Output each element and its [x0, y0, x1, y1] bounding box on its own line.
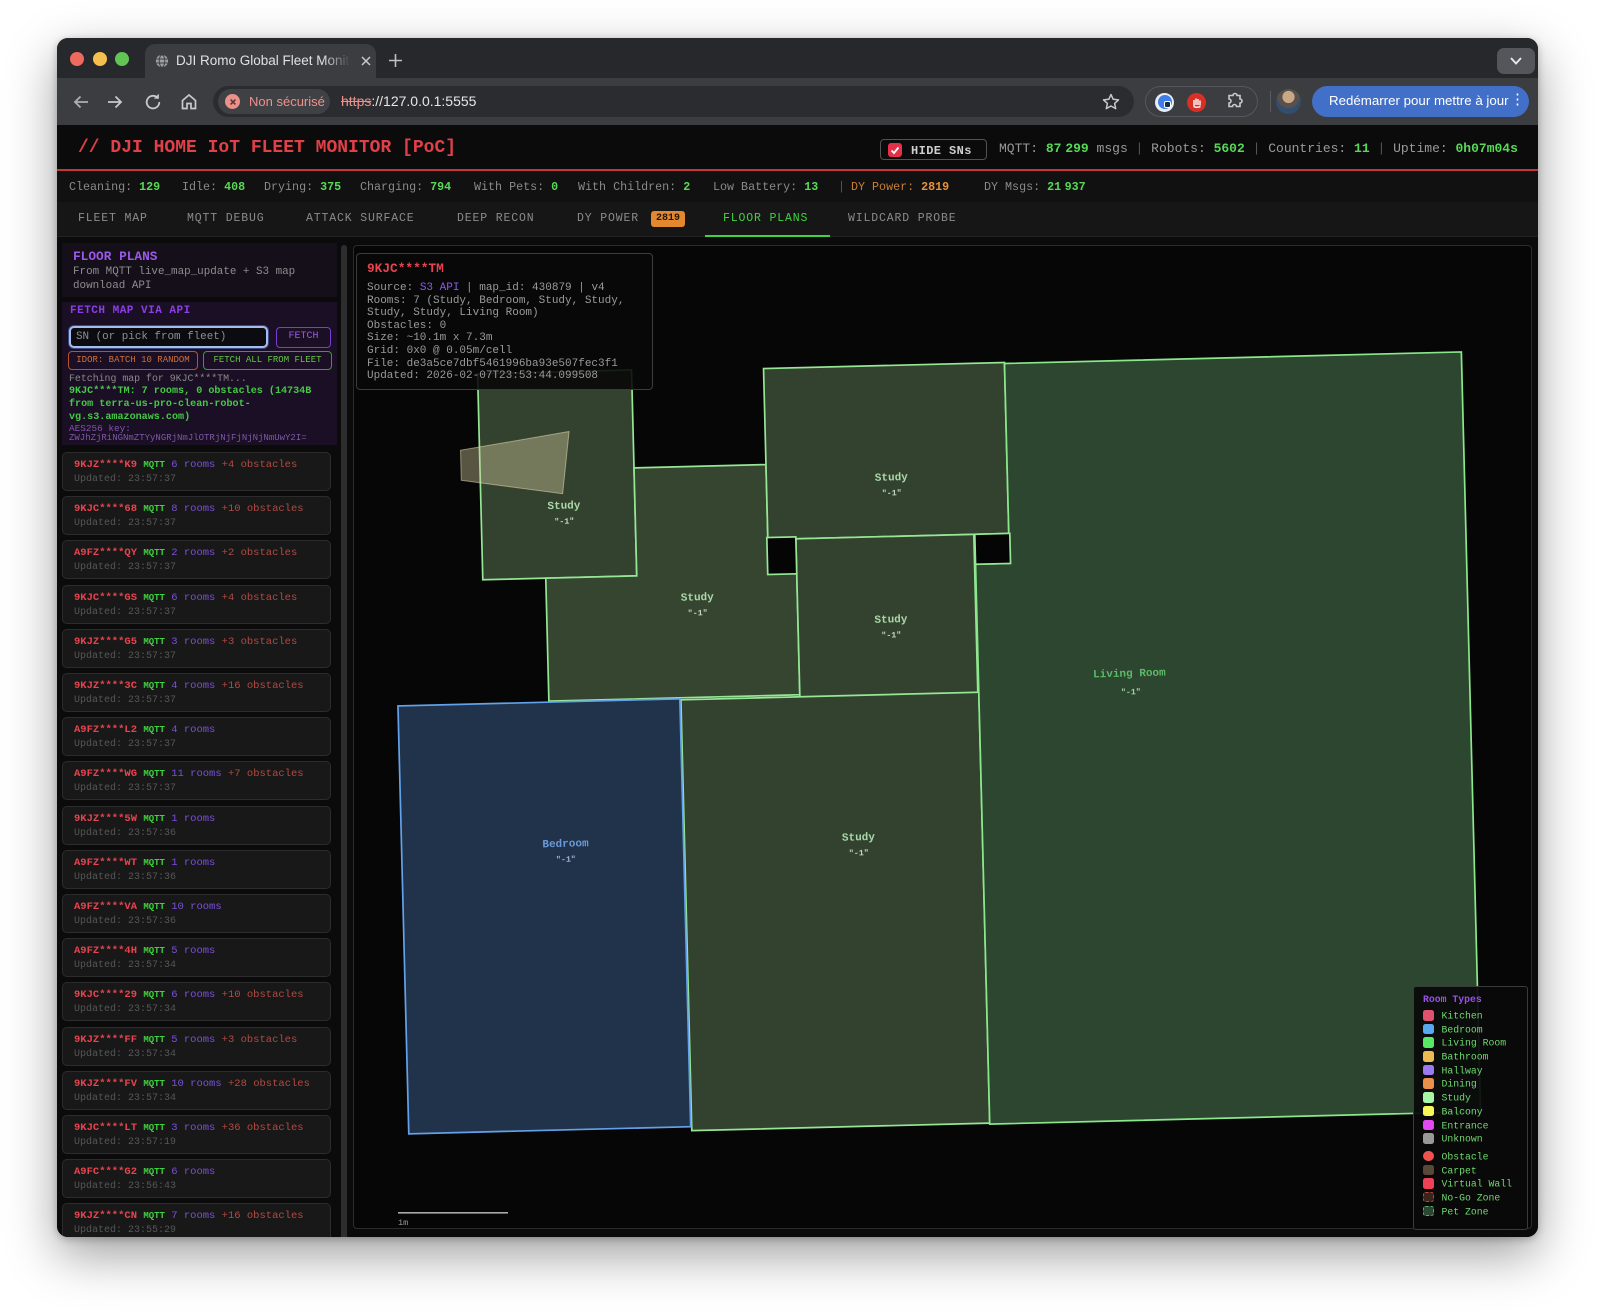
svg-text:1m: 1m — [398, 1218, 408, 1228]
svg-text:Study: Study — [842, 832, 876, 845]
svg-text:"-1": "-1" — [554, 516, 574, 527]
svg-text:Study: Study — [681, 592, 715, 605]
svg-text:Study: Study — [875, 472, 909, 485]
svg-text:Study: Study — [874, 614, 908, 627]
svg-text:Study: Study — [547, 500, 581, 513]
svg-text:Bedroom: Bedroom — [542, 838, 589, 851]
svg-text:"-1": "-1" — [1121, 687, 1141, 698]
svg-text:"-1": "-1" — [688, 608, 708, 619]
svg-text:"-1": "-1" — [881, 630, 901, 641]
svg-text:Living Room: Living Room — [1093, 668, 1166, 682]
svg-text:"-1": "-1" — [849, 848, 869, 859]
svg-text:"-1": "-1" — [882, 488, 902, 499]
svg-text:"-1": "-1" — [556, 855, 576, 866]
